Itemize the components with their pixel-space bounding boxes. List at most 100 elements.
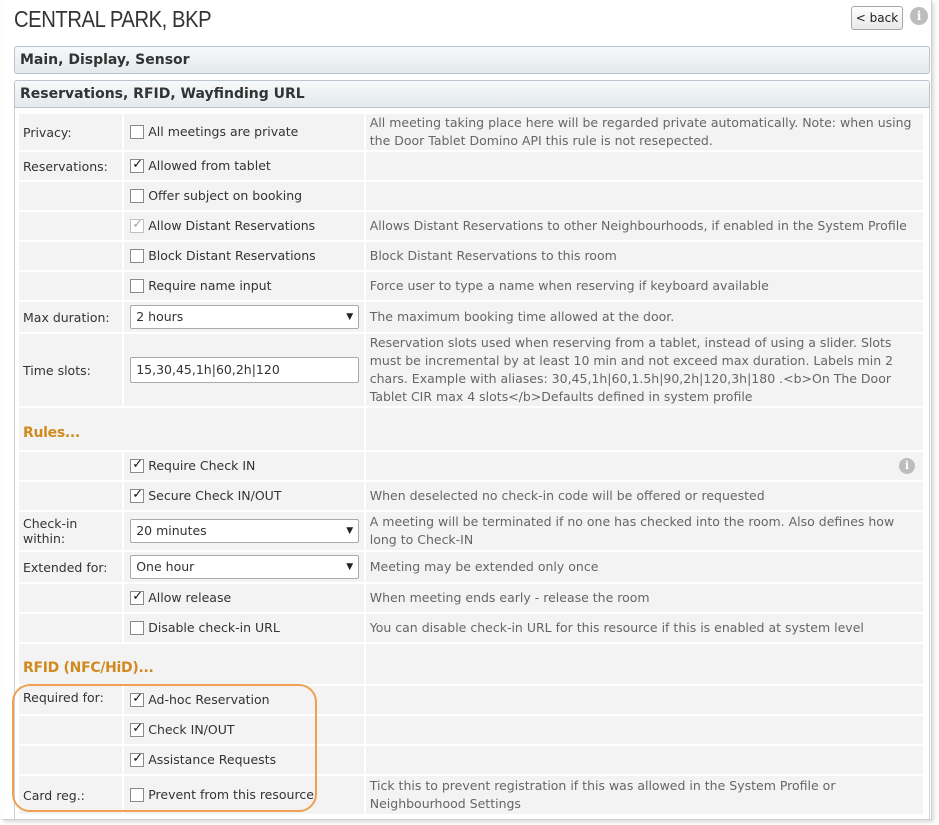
table-row: Check-in within: 20 minutes ▼ A meeting …	[19, 512, 923, 550]
back-button[interactable]: < back	[851, 6, 903, 30]
assistance-checkbox[interactable]	[130, 751, 145, 767]
offer-subject-option[interactable]: Offer subject on booking	[124, 182, 364, 210]
chevron-down-icon: ▼	[346, 562, 354, 572]
empty-cell	[19, 746, 123, 774]
disable-checkin-url-checkbox[interactable]	[130, 620, 145, 635]
allow-release-description: When meeting ends early - release the ro…	[365, 584, 923, 612]
reservations-label: Reservations:	[19, 152, 123, 180]
empty-cell	[19, 452, 123, 480]
checkin-within-value: 20 minutes	[136, 523, 207, 538]
empty-cell	[365, 686, 923, 714]
table-row: Allow Distant Reservations Allows Distan…	[19, 212, 923, 240]
extended-for-label: Extended for:	[19, 552, 123, 582]
block-distant-description: Block Distant Reservations to this room	[365, 242, 923, 270]
checkin-within-select[interactable]: 20 minutes ▼	[130, 519, 360, 543]
extended-for-cell: One hour ▼	[124, 552, 364, 582]
chevron-down-icon: ▼	[346, 312, 354, 322]
window: CENTRAL PARK, BKP < back i Main, Display…	[2, 0, 932, 820]
card-reg-option[interactable]: Prevent from this resource	[124, 776, 364, 814]
page-title: CENTRAL PARK, BKP	[14, 6, 212, 32]
table-row: Extended for: One hour ▼ Meeting may be …	[19, 552, 923, 582]
table-row: Card reg.: Prevent from this resource Ti…	[19, 776, 923, 814]
privacy-checkbox[interactable]	[130, 124, 145, 139]
allow-release-checkbox[interactable]	[130, 589, 145, 605]
adhoc-option[interactable]: Ad-hoc Reservation	[124, 686, 364, 714]
empty-cell	[365, 644, 923, 684]
empty-cell	[365, 716, 923, 744]
empty-cell	[365, 408, 923, 450]
allowed-from-tablet-option[interactable]: Allowed from tablet	[124, 152, 364, 180]
extended-for-value: One hour	[136, 559, 195, 574]
privacy-option[interactable]: All meetings are private	[124, 114, 364, 150]
table-row: RFID (NFC/HiD)...	[19, 644, 923, 684]
privacy-label: Privacy:	[19, 114, 123, 150]
table-row: Secure Check IN/OUT When deselected no c…	[19, 482, 923, 510]
max-duration-value: 2 hours	[136, 309, 184, 324]
block-distant-label: Block Distant Reservations	[148, 248, 316, 264]
rfid-title: RFID (NFC/HiD)...	[23, 660, 154, 676]
info-icon[interactable]: i	[910, 7, 928, 25]
empty-cell	[19, 242, 123, 270]
block-distant-option[interactable]: Block Distant Reservations	[124, 242, 364, 270]
require-name-checkbox[interactable]	[130, 278, 145, 293]
require-checkin-checkbox[interactable]	[130, 457, 145, 473]
table-row: Disable check-in URL You can disable che…	[19, 614, 923, 642]
section-main-display-sensor[interactable]: Main, Display, Sensor	[14, 46, 930, 74]
privacy-option-label: All meetings are private	[148, 124, 299, 140]
secure-checkin-checkbox[interactable]	[130, 487, 145, 503]
empty-cell	[365, 746, 923, 774]
checkinout-checkbox[interactable]	[130, 721, 145, 737]
checkin-within-label: Check-in within:	[19, 512, 123, 550]
block-distant-checkbox[interactable]	[130, 248, 145, 263]
section-reservations-rfid[interactable]: Reservations, RFID, Wayfinding URL	[14, 80, 930, 108]
checkin-within-description: A meeting will be terminated if no one h…	[365, 512, 923, 550]
empty-cell	[19, 614, 123, 642]
allow-distant-description: Allows Distant Reservations to other Nei…	[365, 212, 923, 240]
table-row: Block Distant Reservations Block Distant…	[19, 242, 923, 270]
secure-checkin-option[interactable]: Secure Check IN/OUT	[124, 482, 364, 510]
empty-cell	[19, 584, 123, 612]
checkinout-option[interactable]: Check IN/OUT	[124, 716, 364, 744]
disable-checkin-url-label: Disable check-in URL	[148, 620, 280, 636]
chevron-down-icon: ▼	[346, 526, 354, 536]
table-row: Require Check IN i	[19, 452, 923, 480]
allow-distant-option: Allow Distant Reservations	[124, 212, 364, 240]
info-icon[interactable]: i	[899, 458, 915, 474]
time-slots-label: Time slots:	[19, 334, 123, 406]
time-slots-input[interactable]: 15,30,45,1h|60,2h|120	[130, 357, 360, 383]
allow-release-label: Allow release	[148, 590, 232, 606]
require-checkin-option[interactable]: Require Check IN	[124, 452, 364, 480]
checkinout-label: Check IN/OUT	[148, 722, 235, 738]
allowed-from-tablet-checkbox[interactable]	[130, 157, 145, 173]
table-row: Privacy: All meetings are private All me…	[19, 114, 923, 150]
disable-checkin-url-option[interactable]: Disable check-in URL	[124, 614, 364, 642]
table-row: Check IN/OUT	[19, 716, 923, 744]
require-name-description: Force user to type a name when reserving…	[365, 272, 923, 300]
card-reg-checkbox[interactable]	[130, 787, 145, 802]
checkin-within-cell: 20 minutes ▼	[124, 512, 364, 550]
empty-cell	[19, 182, 123, 210]
rules-title: Rules...	[23, 425, 80, 441]
max-duration-select[interactable]: 2 hours ▼	[130, 305, 360, 329]
offer-subject-checkbox[interactable]	[130, 188, 145, 203]
reservations-panel: Privacy: All meetings are private All me…	[14, 108, 930, 820]
empty-cell	[365, 152, 923, 180]
secure-checkin-description: When deselected no check-in code will be…	[365, 482, 923, 510]
allow-distant-label: Allow Distant Reservations	[148, 218, 316, 234]
require-name-option[interactable]: Require name input	[124, 272, 364, 300]
offer-subject-label: Offer subject on booking	[148, 188, 303, 204]
privacy-description: All meeting taking place here will be re…	[365, 114, 923, 150]
table-row: Offer subject on booking	[19, 182, 923, 210]
rules-title-cell: Rules...	[19, 408, 364, 450]
assistance-option[interactable]: Assistance Requests	[124, 746, 364, 774]
extended-for-select[interactable]: One hour ▼	[130, 555, 360, 579]
adhoc-checkbox[interactable]	[130, 691, 145, 707]
secure-checkin-label: Secure Check IN/OUT	[148, 488, 282, 504]
max-duration-label: Max duration:	[19, 302, 123, 332]
allow-release-option[interactable]: Allow release	[124, 584, 364, 612]
table-row: Time slots: 15,30,45,1h|60,2h|120 Reserv…	[19, 334, 923, 406]
require-name-label: Require name input	[148, 278, 272, 294]
empty-cell	[19, 272, 123, 300]
info-cell: i	[365, 452, 923, 480]
rfid-title-cell: RFID (NFC/HiD)...	[19, 644, 364, 684]
